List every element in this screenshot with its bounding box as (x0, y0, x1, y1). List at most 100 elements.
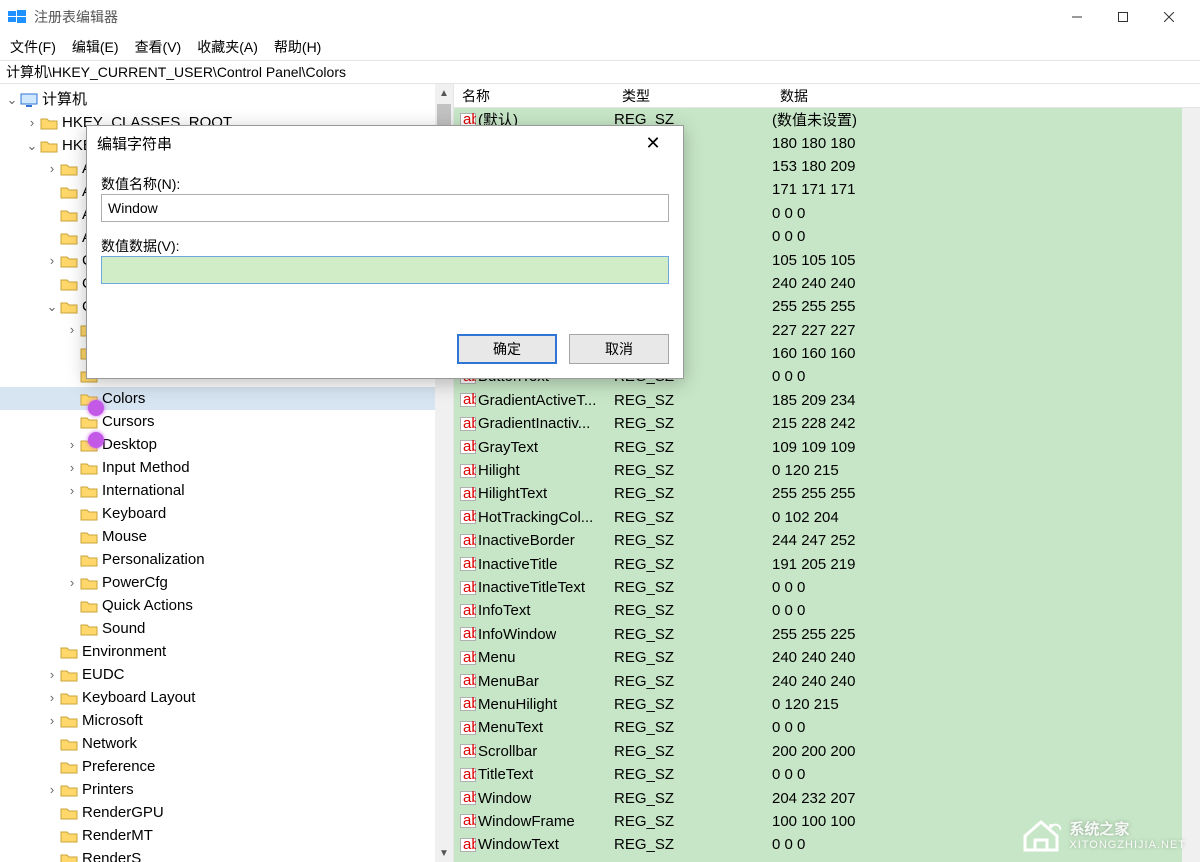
chevron-down-icon[interactable]: ⌄ (4, 88, 20, 111)
col-name[interactable]: 名称 (454, 86, 614, 106)
svg-text:ab: ab (463, 604, 476, 618)
list-row[interactable]: abInactiveTitleREG_SZ191 205 219 (454, 552, 1182, 575)
value-name: GradientInactiv... (478, 415, 590, 432)
tree-item[interactable]: Cursors (0, 410, 453, 433)
watermark: 系统之家 XITONGZHIJIA.NET (1021, 816, 1186, 852)
list-row[interactable]: abMenuBarREG_SZ240 240 240 (454, 669, 1182, 692)
svg-text:ab: ab (463, 487, 476, 501)
value-data: 109 109 109 (772, 439, 1182, 456)
chevron-right-icon[interactable]: › (64, 433, 80, 456)
value-type: REG_SZ (614, 673, 772, 690)
tree-item[interactable]: RenderMT (0, 824, 453, 847)
svg-text:ab: ab (463, 651, 476, 665)
tree-item[interactable]: Colors (0, 387, 453, 410)
tree-item[interactable]: ›Printers (0, 778, 453, 801)
tree-item[interactable]: Mouse (0, 525, 453, 548)
list-row[interactable]: abInactiveTitleTextREG_SZ0 0 0 (454, 576, 1182, 599)
scroll-down-icon[interactable]: ▼ (435, 844, 453, 862)
cancel-button[interactable]: 取消 (569, 334, 669, 364)
tree-item[interactable]: Quick Actions (0, 594, 453, 617)
tree-item[interactable]: RenderS (0, 847, 453, 862)
list-row[interactable]: abGrayTextREG_SZ109 109 109 (454, 435, 1182, 458)
chevron-down-icon[interactable]: ⌄ (24, 134, 40, 157)
value-name-input[interactable] (101, 194, 669, 222)
chevron-right-icon[interactable]: › (44, 709, 60, 732)
menu-item[interactable]: 查看(V) (127, 35, 190, 59)
list-row[interactable]: abMenuREG_SZ240 240 240 (454, 646, 1182, 669)
tree-item[interactable]: ›Desktop (0, 433, 453, 456)
chevron-down-icon[interactable]: ⌄ (44, 295, 60, 318)
menu-item[interactable]: 帮助(H) (266, 35, 329, 59)
tree-item[interactable]: Network (0, 732, 453, 755)
list-row[interactable]: abScrollbarREG_SZ200 200 200 (454, 740, 1182, 763)
tree-item[interactable]: ›EUDC (0, 663, 453, 686)
string-value-icon: ab (458, 627, 478, 641)
col-type[interactable]: 类型 (614, 86, 772, 106)
value-data-input[interactable] (101, 256, 669, 284)
tree-root[interactable]: 计算机 (42, 88, 87, 111)
tree-item[interactable]: RenderGPU (0, 801, 453, 824)
list-row[interactable]: abMenuHilightREG_SZ0 120 215 (454, 693, 1182, 716)
tree-item[interactable]: ›Microsoft (0, 709, 453, 732)
svg-text:ab: ab (463, 721, 476, 735)
value-data: 0 0 0 (772, 579, 1182, 596)
list-scrollbar[interactable] (1182, 108, 1200, 862)
chevron-right-icon[interactable]: › (44, 663, 60, 686)
tree-item[interactable]: Environment (0, 640, 453, 663)
value-data: 255 255 255 (772, 298, 1182, 315)
tree-item[interactable]: Keyboard (0, 502, 453, 525)
value-type: REG_SZ (614, 392, 772, 409)
window-title: 注册表编辑器 (34, 7, 118, 27)
tree-item[interactable]: ›Input Method (0, 456, 453, 479)
svg-text:ab: ab (463, 581, 476, 595)
tree-item[interactable]: Personalization (0, 548, 453, 571)
menu-item[interactable]: 收藏夹(A) (189, 35, 266, 59)
chevron-right-icon[interactable]: › (44, 686, 60, 709)
chevron-right-icon[interactable]: › (44, 778, 60, 801)
folder-icon (60, 643, 78, 661)
list-row[interactable]: abMenuTextREG_SZ0 0 0 (454, 716, 1182, 739)
list-row[interactable]: abHilightTextREG_SZ255 255 255 (454, 482, 1182, 505)
tree-item-label: Quick Actions (102, 594, 193, 617)
maximize-button[interactable] (1100, 0, 1146, 34)
list-row[interactable]: abHotTrackingCol...REG_SZ0 102 204 (454, 506, 1182, 529)
tree-item-label: RenderGPU (82, 801, 164, 824)
chevron-right-icon[interactable]: › (64, 479, 80, 502)
folder-icon (40, 137, 58, 155)
tree-item[interactable]: ›Keyboard Layout (0, 686, 453, 709)
chevron-right-icon[interactable]: › (64, 456, 80, 479)
list-row[interactable]: abGradientInactiv...REG_SZ215 228 242 (454, 412, 1182, 435)
tree-item-label: International (102, 479, 185, 502)
tree-item[interactable]: › International (0, 479, 453, 502)
dialog-close-icon[interactable]: ✕ (633, 133, 673, 154)
list-row[interactable]: abInfoTextREG_SZ0 0 0 (454, 599, 1182, 622)
list-row[interactable]: abInactiveBorderREG_SZ244 247 252 (454, 529, 1182, 552)
menu-item[interactable]: 编辑(E) (64, 35, 127, 59)
value-data: 204 232 207 (772, 790, 1182, 807)
value-data: 160 160 160 (772, 345, 1182, 362)
tree-item[interactable]: ›PowerCfg (0, 571, 453, 594)
ok-button[interactable]: 确定 (457, 334, 557, 364)
close-button[interactable] (1146, 0, 1192, 34)
chevron-right-icon[interactable]: › (64, 571, 80, 594)
list-row[interactable]: abHilightREG_SZ0 120 215 (454, 459, 1182, 482)
string-value-icon: ab (458, 768, 478, 782)
address-bar[interactable]: 计算机\HKEY_CURRENT_USER\Control Panel\Colo… (0, 60, 1200, 84)
list-row[interactable]: abWindowREG_SZ204 232 207 (454, 786, 1182, 809)
chevron-right-icon[interactable]: › (64, 318, 80, 341)
chevron-right-icon[interactable]: › (44, 157, 60, 180)
list-row[interactable]: abTitleTextREG_SZ0 0 0 (454, 763, 1182, 786)
value-data-label: 数值数据(V): (101, 236, 669, 256)
tree-item[interactable]: Preference (0, 755, 453, 778)
col-data[interactable]: 数据 (772, 86, 1200, 106)
value-data: 0 0 0 (772, 602, 1182, 619)
chevron-right-icon[interactable]: › (24, 111, 40, 134)
chevron-right-icon[interactable]: › (44, 249, 60, 272)
list-row[interactable]: abInfoWindowREG_SZ255 255 225 (454, 623, 1182, 646)
menu-item[interactable]: 文件(F) (2, 35, 64, 59)
tree-item[interactable]: Sound (0, 617, 453, 640)
minimize-button[interactable] (1054, 0, 1100, 34)
value-type: REG_SZ (614, 836, 772, 853)
scroll-up-icon[interactable]: ▲ (435, 84, 453, 102)
list-row[interactable]: abGradientActiveT...REG_SZ185 209 234 (454, 389, 1182, 412)
